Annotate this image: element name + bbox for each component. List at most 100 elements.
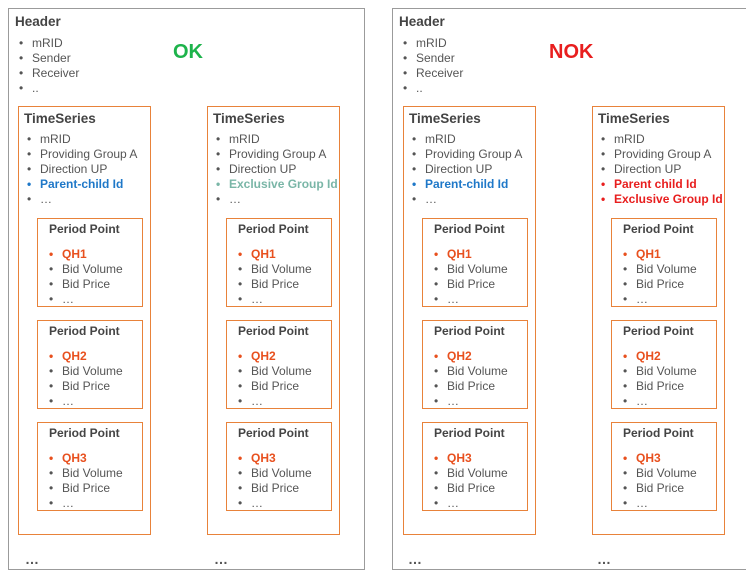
timeseries-field: … [214,192,338,207]
period-point-field: Bid Volume [47,364,123,379]
period-point-title: Period Point [49,222,120,236]
period-point-field: Bid Volume [236,466,312,481]
period-point-field: … [47,496,123,511]
timeseries-field: Direction UP [214,162,338,177]
quarter-hour-label: QH2 [432,349,508,364]
timeseries-box: TimeSeries mRIDProviding Group ADirection… [403,106,536,535]
timeseries-field: … [410,192,522,207]
timeseries-title: TimeSeries [213,111,285,126]
timeseries-field: Direction UP [599,162,723,177]
period-point-box: Period Point QH2Bid VolumeBid Price… [611,320,717,409]
period-point-field: Bid Price [621,277,697,292]
timeseries-box: TimeSeries mRIDProviding Group ADirection… [18,106,151,535]
period-point-title: Period Point [49,426,120,440]
period-point-field-list: QH2Bid VolumeBid Price… [621,349,697,409]
period-point-title: Period Point [238,324,309,338]
period-point-field-list: QH3Bid VolumeBid Price… [236,451,312,511]
status-ok-label: OK [173,41,203,63]
quarter-hour-label: QH2 [47,349,123,364]
period-point-field: Bid Price [432,379,508,394]
period-point-field: … [236,292,312,307]
period-point-field-list: QH3Bid VolumeBid Price… [432,451,508,511]
period-point-title: Period Point [238,426,309,440]
period-point-field: Bid Volume [432,466,508,481]
more-timeseries-ellipsis: … [25,551,41,567]
period-point-field-list: QH1Bid VolumeBid Price… [236,247,312,307]
header-field-list: mRID Sender Receiver .. [17,36,79,96]
period-point-field: … [47,292,123,307]
timeseries-title: TimeSeries [24,111,96,126]
quarter-hour-label: QH1 [236,247,312,262]
period-point-field-list: QH2Bid VolumeBid Price… [47,349,123,409]
period-point-field: Bid Price [47,379,123,394]
period-point-field-list: QH1Bid VolumeBid Price… [621,247,697,307]
period-point-field: Bid Volume [621,466,697,481]
period-point-field-list: QH2Bid VolumeBid Price… [432,349,508,409]
timeseries-field: Exclusive Group Id [214,177,338,192]
period-point-field: Bid Volume [432,262,508,277]
period-point-box: Period Point QH2Bid VolumeBid Price… [422,320,528,409]
timeseries-field: Direction UP [410,162,522,177]
period-point-box: Period Point QH1Bid VolumeBid Price… [37,218,143,307]
period-point-box: Period Point QH2Bid VolumeBid Price… [226,320,332,409]
period-point-box: Period Point QH3Bid VolumeBid Price… [611,422,717,511]
timeseries-field: mRID [599,132,723,147]
period-point-title: Period Point [49,324,120,338]
period-point-field: Bid Price [432,481,508,496]
more-timeseries-ellipsis: … [597,551,613,567]
header-field-list: mRID Sender Receiver .. [401,36,463,96]
quarter-hour-label: QH2 [621,349,697,364]
header-field: .. [17,81,79,96]
header-title: Header [15,14,61,29]
quarter-hour-label: QH3 [432,451,508,466]
period-point-field: Bid Price [236,379,312,394]
period-point-field: … [236,496,312,511]
period-point-box: Period Point QH3Bid VolumeBid Price… [422,422,528,511]
period-point-box: Period Point QH1Bid VolumeBid Price… [611,218,717,307]
more-timeseries-ellipsis: … [408,551,424,567]
period-point-field: … [621,292,697,307]
quarter-hour-label: QH1 [621,247,697,262]
period-point-field: Bid Price [236,277,312,292]
timeseries-field-list: mRIDProviding Group ADirection UPExclusi… [214,132,338,207]
timeseries-field: Parent child Id [599,177,723,192]
header-field: mRID [17,36,79,51]
period-point-title: Period Point [623,426,694,440]
timeseries-field: mRID [410,132,522,147]
period-point-title: Period Point [623,324,694,338]
period-point-title: Period Point [434,426,505,440]
period-point-field-list: QH1Bid VolumeBid Price… [432,247,508,307]
period-point-field: … [432,496,508,511]
timeseries-field: mRID [214,132,338,147]
period-point-field: … [432,394,508,409]
timeseries-field: mRID [25,132,137,147]
period-point-field: Bid Volume [236,262,312,277]
period-point-field: Bid Price [621,481,697,496]
period-point-field: Bid Volume [621,364,697,379]
header-panel-ok: Header mRID Sender Receiver .. OK TimeSe… [8,8,365,570]
header-field: Receiver [17,66,79,81]
period-point-field-list: QH2Bid VolumeBid Price… [236,349,312,409]
timeseries-field-list: mRIDProviding Group ADirection UPParent … [599,132,723,207]
header-field: .. [401,81,463,96]
timeseries-field: Direction UP [25,162,137,177]
quarter-hour-label: QH1 [432,247,508,262]
timeseries-field: Providing Group A [410,147,522,162]
period-point-field: Bid Volume [236,364,312,379]
timeseries-field: Parent-child Id [25,177,137,192]
period-point-field: Bid Volume [621,262,697,277]
timeseries-box: TimeSeries mRIDProviding Group ADirection… [592,106,725,535]
period-point-title: Period Point [434,222,505,236]
period-point-field: … [236,394,312,409]
timeseries-field: Providing Group A [599,147,723,162]
timeseries-field-list: mRIDProviding Group ADirection UPParent-… [410,132,522,207]
period-point-field: … [621,394,697,409]
period-point-field: … [47,394,123,409]
timeseries-field: Providing Group A [214,147,338,162]
period-point-box: Period Point QH1Bid VolumeBid Price… [226,218,332,307]
header-panel-nok: Header mRID Sender Receiver .. NOK TimeS… [392,8,746,570]
period-point-box: Period Point QH1Bid VolumeBid Price… [422,218,528,307]
timeseries-field: … [25,192,137,207]
timeseries-field: Parent-child Id [410,177,522,192]
period-point-field: Bid Price [432,277,508,292]
